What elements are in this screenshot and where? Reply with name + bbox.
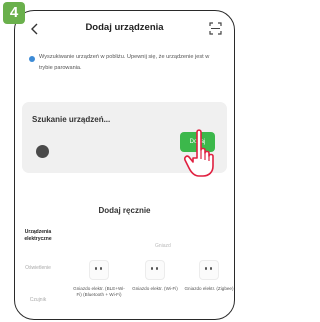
- step-number-badge: 4: [3, 2, 25, 24]
- device-item[interactable]: Gniazdo elektr. (Zigbee): [183, 260, 234, 292]
- socket-icon: [89, 260, 109, 280]
- page-title: Dodaj urządzenia: [85, 22, 164, 33]
- search-status-title: Szukanie urządzeń...: [32, 115, 111, 124]
- device-item[interactable]: Gniazdo elektr. (BLE+Wi-Fi) (Bluetooth +…: [73, 260, 125, 298]
- category-list: Urządzenia elektryczne Oświetlenie Czujn…: [15, 229, 59, 319]
- phone-frame: Dodaj urządzenia Wyszukiwanie urządzeń w…: [14, 10, 235, 320]
- loading-spinner-icon: [36, 145, 49, 158]
- category-item[interactable]: Oświetlenie: [21, 265, 55, 272]
- pairing-notice: Wyszukiwanie urządzeń w pobliżu. Upewnij…: [39, 54, 210, 71]
- pointing-hand-icon: [184, 129, 214, 177]
- device-item[interactable]: Gniazdo elektr. (Wi-Fi): [129, 260, 181, 292]
- device-label: Gniazdo elektr. (Wi-Fi): [132, 286, 178, 291]
- category-item[interactable]: Urządzenia elektryczne: [21, 229, 55, 243]
- device-label: Gniazdo elektr. (Zigbee): [184, 286, 234, 291]
- top-bar: Dodaj urządzenia: [15, 11, 234, 45]
- socket-icon: [199, 260, 219, 280]
- socket-icon: [145, 260, 165, 280]
- section-label: Gniazd: [155, 243, 171, 249]
- info-icon: [29, 56, 35, 62]
- manual-add-title: Dodaj ręcznie: [98, 206, 151, 215]
- device-label: Gniazdo elektr. (BLE+Wi-Fi) (Bluetooth +…: [73, 286, 125, 297]
- category-item[interactable]: Czujnik: [21, 297, 55, 304]
- scan-frame-icon[interactable]: [209, 22, 222, 35]
